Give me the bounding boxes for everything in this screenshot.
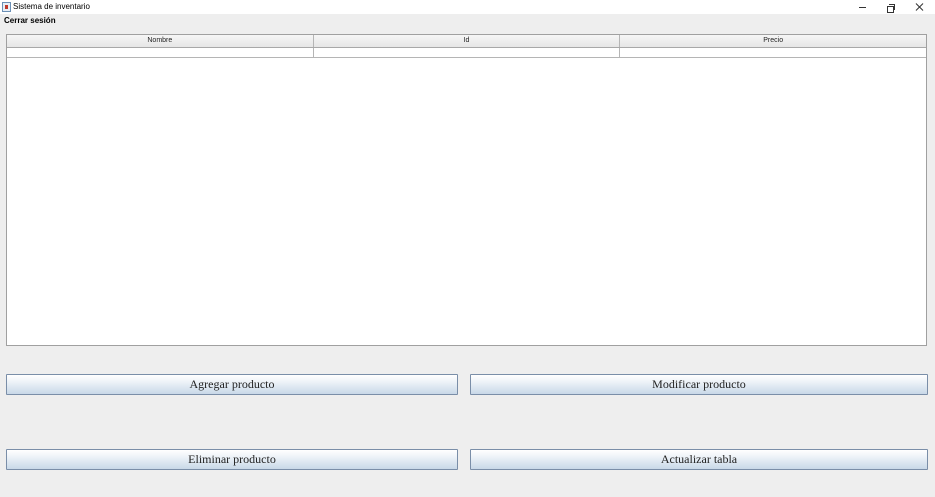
close-icon <box>915 3 923 11</box>
add-product-button[interactable]: Agregar producto <box>6 374 458 395</box>
table-cell-id[interactable] <box>314 48 621 57</box>
table-header: Nombre Id Precio <box>7 35 926 48</box>
table-cell-precio[interactable] <box>620 48 926 57</box>
refresh-table-button[interactable]: Actualizar tabla <box>470 449 928 470</box>
close-button[interactable] <box>905 0 933 14</box>
minimize-button[interactable] <box>848 0 876 14</box>
column-header-precio[interactable]: Precio <box>620 35 926 47</box>
table-cell-nombre[interactable] <box>7 48 314 57</box>
column-header-nombre[interactable]: Nombre <box>7 35 314 47</box>
title-bar: Sistema de inventario <box>0 0 935 14</box>
java-app-icon <box>2 2 11 12</box>
products-table[interactable]: Nombre Id Precio <box>6 34 927 346</box>
app-window: Sistema de inventario Cerrar sesión Nomb… <box>0 0 935 497</box>
menu-item-cerrar-sesion[interactable]: Cerrar sesión <box>4 15 56 26</box>
restore-button[interactable] <box>876 0 904 14</box>
delete-product-button[interactable]: Eliminar producto <box>6 449 458 470</box>
table-row[interactable] <box>7 48 926 58</box>
menu-bar: Cerrar sesión <box>0 14 935 27</box>
minimize-icon <box>858 6 866 8</box>
modify-product-button[interactable]: Modificar producto <box>470 374 928 395</box>
column-header-id[interactable]: Id <box>314 35 621 47</box>
restore-icon <box>886 3 895 13</box>
window-title: Sistema de inventario <box>13 2 90 11</box>
